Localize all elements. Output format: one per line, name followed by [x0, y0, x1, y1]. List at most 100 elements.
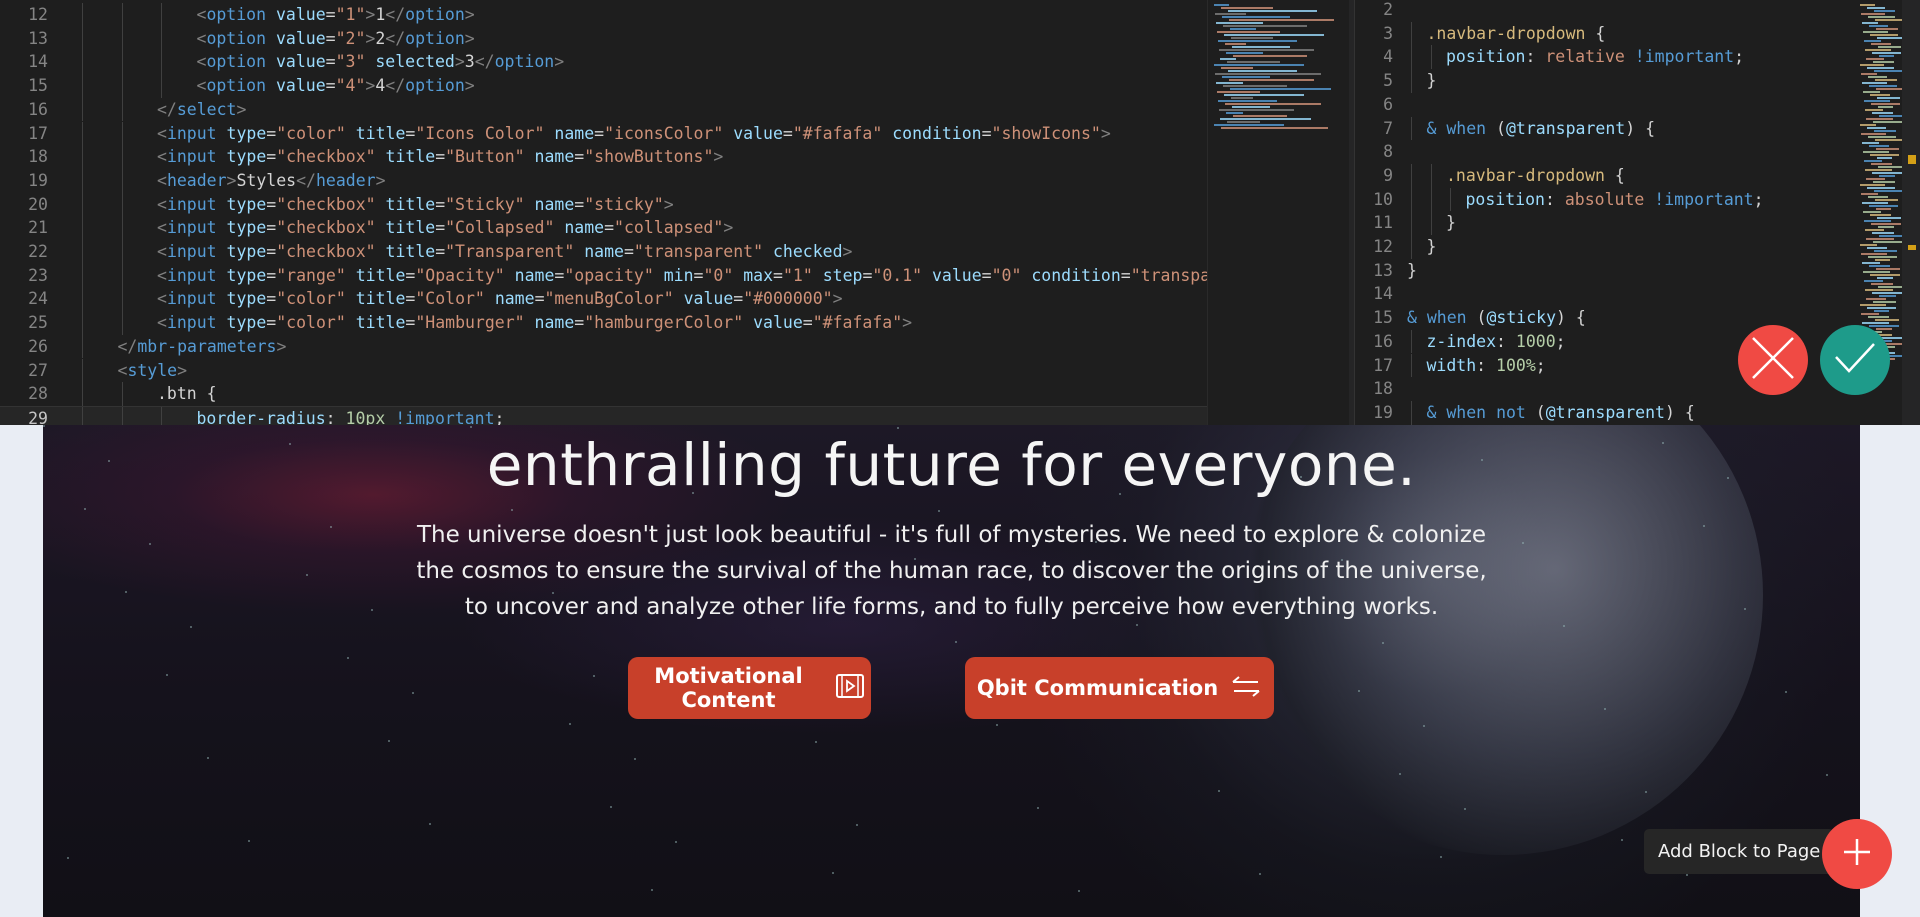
code-line[interactable]: 29 border-radius: 10px !important; — [0, 405, 1207, 425]
minimap-line — [1875, 79, 1897, 81]
star — [1522, 542, 1524, 544]
minimap-line — [1874, 130, 1896, 132]
star — [84, 508, 86, 510]
minimap-line — [1868, 196, 1888, 198]
code-text: <option value="3" selected>3</option> — [196, 52, 565, 72]
indent-guide — [121, 3, 123, 27]
editor-scrollbar[interactable] — [1902, 0, 1920, 425]
line-number: 16 — [28, 99, 48, 119]
code-line[interactable]: 16 </select> — [0, 97, 1207, 122]
minimap-line — [1868, 76, 1887, 78]
code-line[interactable]: 25 <input type="color" title="Hamburger" … — [0, 311, 1207, 335]
code-line[interactable]: 8 — [1355, 140, 1855, 164]
star — [569, 723, 571, 725]
star — [347, 657, 349, 659]
cancel-button[interactable] — [1738, 325, 1808, 395]
code-line[interactable]: 14 — [1355, 282, 1855, 306]
code-text: <style> — [117, 360, 188, 380]
code-line[interactable]: 13} — [1355, 259, 1855, 283]
page-preview[interactable]: enthralling future for everyone. The uni… — [43, 425, 1860, 917]
minimap-line — [1862, 322, 1889, 324]
minimap-line — [1873, 181, 1895, 183]
code-text: .navbar-dropdown { — [1426, 23, 1606, 43]
indent-guide — [1411, 187, 1412, 212]
code-line[interactable]: 15 <option value="4">4</option> — [0, 74, 1207, 98]
code-line[interactable]: 11} — [1355, 211, 1855, 235]
minimap-left[interactable] — [1207, 0, 1350, 425]
indent-guide — [121, 406, 123, 425]
code-line[interactable]: 27 <style> — [0, 358, 1207, 383]
minimap-line — [1868, 136, 1896, 138]
code-line[interactable]: 20 <input type="checkbox" title="Sticky" … — [0, 192, 1207, 217]
code-editor[interactable]: 12 <option value="1">1</option> 13 <option … — [0, 0, 1920, 425]
code-line[interactable]: 18 <input type="checkbox" title="Button" … — [0, 145, 1207, 169]
minimap-line — [1220, 118, 1311, 120]
code-line[interactable]: 10 position: absolute !important; — [1355, 187, 1855, 212]
code-text: & when (@sticky) { — [1407, 308, 1586, 328]
minimap-line — [1874, 70, 1902, 72]
indent-guide — [121, 240, 123, 264]
code-text: <input type="range" title="Opacity" name… — [157, 265, 1207, 285]
code-text: <input type="color" title="Icons Color" … — [157, 123, 1111, 143]
code-line[interactable]: 2 — [1355, 0, 1855, 22]
code-line[interactable]: 23 <input type="range" title="Opacity" na… — [0, 263, 1207, 288]
code-line[interactable]: 12 <option value="1">1</option> — [0, 3, 1207, 27]
star — [1423, 725, 1425, 727]
star — [938, 510, 940, 512]
code-line[interactable]: 7 & when (@transparent) { — [1355, 116, 1855, 141]
add-block-button[interactable] — [1822, 819, 1892, 889]
html-code-pane[interactable]: 12 <option value="1">1</option> 13 <option … — [0, 0, 1207, 425]
line-number: 20 — [28, 194, 48, 214]
code-line[interactable]: 24 <input type="color" title="Color" name… — [0, 287, 1207, 312]
indent-guide — [1411, 163, 1412, 188]
indent-guide — [1411, 400, 1412, 425]
motivational-content-button[interactable]: Motivational Content — [628, 657, 871, 719]
minimap-line — [1868, 16, 1895, 18]
star — [1440, 856, 1442, 858]
star — [470, 426, 472, 428]
minimap-line — [1863, 211, 1881, 213]
code-line[interactable]: 9 .navbar-dropdown { — [1355, 163, 1855, 188]
code-line[interactable]: 28 .btn { — [0, 382, 1207, 406]
minimap-line — [1861, 313, 1879, 315]
minimap-line — [1863, 91, 1880, 93]
star — [1621, 839, 1623, 841]
indent-guide — [161, 74, 162, 98]
indent-guide — [121, 97, 123, 122]
code-line[interactable]: 14 <option value="3" selected>3</option> — [0, 50, 1207, 75]
indent-guide — [1411, 235, 1412, 259]
code-line[interactable]: 6 — [1355, 93, 1855, 117]
qbit-communication-button[interactable]: Qbit Communication — [965, 657, 1274, 719]
minimap-line — [1221, 127, 1328, 129]
minimap-line — [1875, 139, 1902, 141]
code-line[interactable]: 19 & when not (@transparent) { — [1355, 400, 1855, 425]
minimap-line — [1875, 319, 1899, 321]
minimap-line — [1216, 82, 1243, 84]
code-line[interactable]: 21 <input type="checkbox" title="Collapse… — [0, 216, 1207, 240]
minimap-line — [1226, 52, 1263, 54]
minimap-line — [1877, 277, 1893, 279]
code-text: <input type="checkbox" title="Sticky" na… — [157, 194, 674, 214]
indent-guide — [82, 358, 83, 383]
code-line[interactable]: 3 .navbar-dropdown { — [1355, 21, 1855, 46]
code-line[interactable]: 12} — [1355, 235, 1855, 259]
minimap-line — [1878, 106, 1893, 108]
code-line[interactable]: 26 </mbr-parameters> — [0, 334, 1207, 359]
minimap-line — [1878, 46, 1901, 48]
code-line[interactable]: 17 <input type="color" title="Icons Color… — [0, 121, 1207, 146]
minimap-line — [1217, 31, 1280, 33]
indent-guide — [82, 192, 83, 217]
minimap-line — [1861, 253, 1887, 255]
code-line[interactable]: 13 <option value="2">2</option> — [0, 26, 1207, 51]
code-line[interactable]: 22 <input type="checkbox" title="Transpar… — [0, 240, 1207, 264]
minimap-line — [1228, 10, 1317, 12]
confirm-button[interactable] — [1820, 325, 1890, 395]
line-number: 4 — [1383, 47, 1393, 67]
code-text: & when (@transparent) { — [1426, 118, 1656, 138]
code-line[interactable]: 5} — [1355, 69, 1855, 93]
code-line[interactable]: 19 <header>Styles</header> — [0, 168, 1207, 193]
minimap-line — [1867, 307, 1896, 309]
minimap-line — [1860, 124, 1876, 126]
minimap-line — [1215, 73, 1321, 75]
code-line[interactable]: 4 position: relative !important; — [1355, 45, 1855, 70]
